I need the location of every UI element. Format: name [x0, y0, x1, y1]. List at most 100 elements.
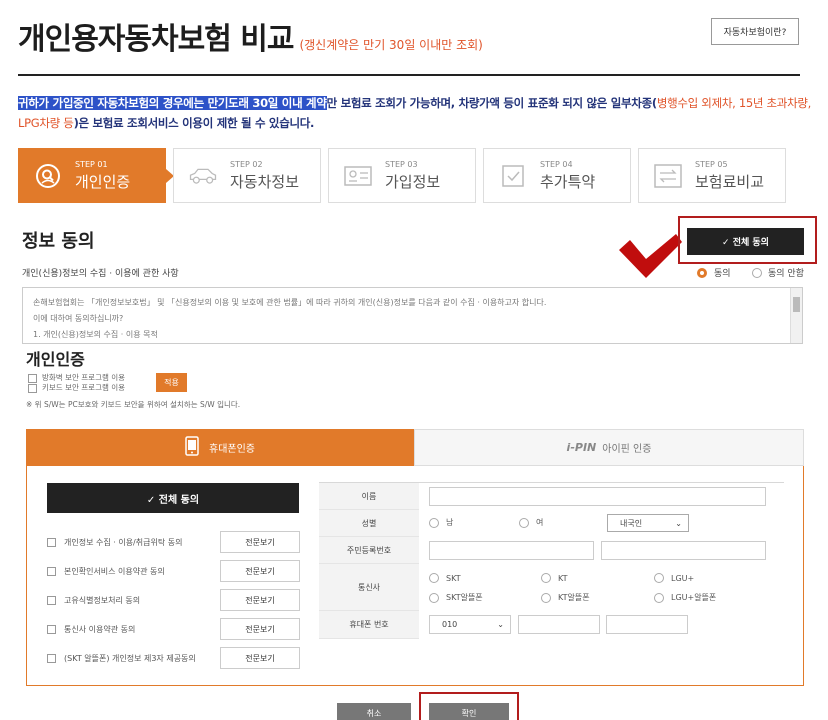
compare-icon: [653, 161, 683, 191]
title-note: (갱신계약은 만기 30일 이내만 조회): [299, 38, 483, 52]
phone-prefix-value: 010: [442, 620, 458, 629]
notice-red-part1: 병행수입 외제차, 15년 초과차량,: [656, 96, 811, 110]
step-5: STEP 05 보험료비교: [638, 148, 786, 203]
agree-label: 동의: [714, 269, 731, 279]
gender-female-radio[interactable]: 여: [519, 517, 543, 528]
carrier-lgu-label: LGU+: [671, 573, 695, 583]
lgu-mvno-radio-dot[interactable]: [654, 592, 664, 603]
notice-highlight: 귀하가 가입중인 자동차보험의 경우에는 만기도래 30일 이내 계약: [18, 96, 327, 110]
lgu-radio-dot[interactable]: [654, 573, 664, 583]
disagree-radio-dot[interactable]: [752, 267, 762, 278]
view-full-button-5[interactable]: 전문보기: [220, 647, 300, 669]
rrn-back-input[interactable]: [601, 541, 766, 560]
firewall-program-row[interactable]: 방화벽 보안 프로그램 이용: [28, 373, 125, 383]
agreement-label-5: (SKT 알뜰폰) 개인정보 제3자 제공동의: [64, 653, 196, 663]
skt-mvno-radio-dot[interactable]: [429, 592, 439, 603]
step-5-name: 보험료비교: [695, 172, 765, 191]
agreement-label-2: 본인확인서비스 이용약관 동의: [64, 566, 165, 576]
kt-radio-dot[interactable]: [541, 573, 551, 583]
consent-agree-all-button[interactable]: ✓ 전체 동의: [687, 228, 804, 255]
keyboard-checkbox[interactable]: [28, 383, 37, 393]
scrollbar-thumb[interactable]: [793, 297, 800, 312]
kt-mvno-radio-dot[interactable]: [541, 592, 551, 603]
agreement-row-5[interactable]: (SKT 알뜰폰) 개인정보 제3자 제공동의: [47, 647, 196, 669]
agreement-label-1: 개인정보 수집 · 이용/취급위탁 동의: [64, 537, 183, 547]
step-4: STEP 04 추가특약: [483, 148, 631, 203]
id-card-icon: [343, 161, 373, 191]
notice-red-part2: LPG차량 등: [18, 116, 74, 130]
rrn-label: 주민등록번호: [319, 537, 419, 564]
carrier-kt-radio[interactable]: KT: [541, 573, 568, 583]
keyboard-label: 키보드 보안 프로그램 이용: [42, 383, 126, 392]
step-4-name: 추가특약: [540, 172, 596, 191]
consent-scrollbar[interactable]: [790, 288, 802, 343]
tab-phone-auth[interactable]: 휴대폰인증: [26, 429, 414, 466]
cancel-button[interactable]: 취소: [337, 703, 411, 720]
name-input[interactable]: [429, 487, 766, 506]
agreement-checkbox-5[interactable]: [47, 653, 56, 663]
what-is-car-insurance-button[interactable]: 자동차보험이란?: [711, 18, 799, 45]
tab-ipin-auth[interactable]: i-PIN 아이핀 인증: [414, 429, 804, 466]
apply-button[interactable]: 적용: [156, 373, 187, 392]
notice-text-part2: )은 보험료 조회서비스 이용이 제한 될 수 있습니다.: [73, 116, 315, 130]
agreement-checkbox-1[interactable]: [47, 537, 56, 547]
notice-text-part1: 만 보험료 조회가 가능하며, 차량가액 등이 표준화 되지 않은 일부차종(: [326, 96, 658, 110]
phone-agree-all-button[interactable]: ✓ 전체 동의: [47, 483, 299, 513]
step-1-number: STEP 01: [75, 159, 108, 169]
view-full-button-2[interactable]: 전문보기: [220, 560, 300, 582]
agreement-checkbox-4[interactable]: [47, 624, 56, 634]
agreement-checkbox-3[interactable]: [47, 595, 56, 605]
male-radio-dot[interactable]: [429, 517, 439, 528]
name-label: 이름: [319, 483, 419, 510]
gender-male-radio[interactable]: 남: [429, 517, 453, 528]
chevron-down-icon: ⌄: [675, 518, 682, 528]
step-2: STEP 02 자동차정보: [173, 148, 321, 203]
agreement-row-2[interactable]: 본인확인서비스 이용약관 동의: [47, 560, 165, 582]
carrier-kt-label: KT: [558, 573, 568, 583]
female-label: 여: [536, 518, 544, 527]
phone-last-input[interactable]: [606, 615, 688, 634]
consent-text-line3: 1. 개인(신용)정보의 수집 · 이용 목적: [33, 330, 158, 339]
agreement-label-4: 통신사 이용약관 동의: [64, 624, 136, 634]
agreement-row-1[interactable]: 개인정보 수집 · 이용/취급위탁 동의: [47, 531, 182, 553]
keyboard-program-row[interactable]: 키보드 보안 프로그램 이용: [28, 383, 125, 393]
disagree-label: 동의 안함: [768, 269, 804, 279]
notice-text: 귀하가 가입중인 자동차보험의 경우에는 만기도래 30일 이내 계약만 보험료…: [18, 93, 818, 133]
phone-prefix-select[interactable]: 010 ⌄: [429, 615, 511, 634]
agreement-row-3[interactable]: 고유식별정보처리 동의: [47, 589, 140, 611]
phone-label: 휴대폰 번호: [319, 611, 419, 639]
agree-radio-dot[interactable]: [697, 267, 707, 278]
auth-title: 개인인증: [26, 350, 85, 369]
carrier-lgu-radio[interactable]: LGU+: [654, 573, 694, 583]
car-icon: [188, 161, 218, 191]
view-full-button-3[interactable]: 전문보기: [220, 589, 300, 611]
view-full-button-4[interactable]: 전문보기: [220, 618, 300, 640]
consent-agree-radio[interactable]: 동의: [697, 266, 731, 279]
security-note: ※ 위 S/W는 PC보호와 키보드 보안을 위하여 설치하는 S/W 입니다.: [26, 400, 241, 409]
carrier-skt-radio[interactable]: SKT: [429, 573, 461, 583]
consent-subtitle: 개인(신용)정보의 수집 · 이용에 관한 사항: [22, 269, 179, 279]
step-3-name: 가입정보: [385, 172, 441, 191]
rrn-front-input[interactable]: [429, 541, 594, 560]
carrier-lgu-mvno-radio[interactable]: LGU+알뜰폰: [654, 592, 716, 603]
female-radio-dot[interactable]: [519, 517, 529, 528]
carrier-skt-mvno-radio[interactable]: SKT알뜰폰: [429, 592, 483, 603]
nationality-select[interactable]: 내국인 ⌄: [607, 514, 689, 532]
gender-label: 성별: [319, 510, 419, 537]
agreement-row-4[interactable]: 통신사 이용약관 동의: [47, 618, 135, 640]
tab-phone-label: 휴대폰인증: [209, 444, 255, 455]
consent-text-line2: 이에 대하여 동의하십니까?: [33, 314, 124, 323]
confirm-button[interactable]: 확인: [429, 703, 509, 720]
skt-radio-dot[interactable]: [429, 573, 439, 583]
consent-text-box[interactable]: 손해보험협회는 「개인정보보호법」 및 「신용정보의 이용 및 보호에 관한 법…: [22, 287, 803, 344]
agreement-checkbox-2[interactable]: [47, 566, 56, 576]
carrier-skt-mvno-label: SKT알뜰폰: [446, 593, 483, 602]
step-3-number: STEP 03: [385, 159, 418, 169]
consent-disagree-radio[interactable]: 동의 안함: [752, 266, 804, 279]
carrier-kt-mvno-radio[interactable]: KT알뜰폰: [541, 592, 590, 603]
step-1: STEP 01 개인인증: [18, 148, 166, 203]
phone-middle-input[interactable]: [518, 615, 600, 634]
firewall-checkbox[interactable]: [28, 373, 37, 383]
view-full-button-1[interactable]: 전문보기: [220, 531, 300, 553]
carrier-lgu-mvno-label: LGU+알뜰폰: [671, 593, 717, 602]
